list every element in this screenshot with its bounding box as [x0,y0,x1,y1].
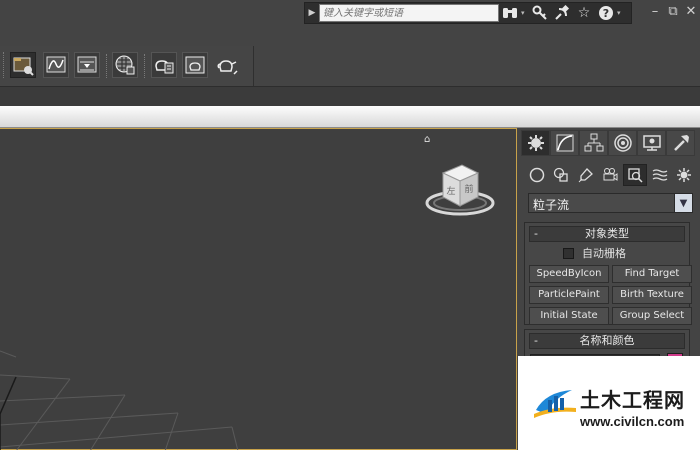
curve-editor-icon [46,56,66,73]
material-editor-icon [115,55,135,75]
main-toolbar [0,46,254,86]
watermark-url: www.civilcn.com [580,414,685,429]
tab-hierarchy[interactable] [579,130,608,156]
space-warps-button[interactable] [648,164,672,186]
dope-sheet-button[interactable] [74,52,100,78]
render-setup-button[interactable] [151,52,177,78]
tab-display[interactable] [637,130,666,156]
helpers-button[interactable] [623,164,647,186]
perspective-viewport[interactable]: ⌂ 左 前 [0,128,517,450]
name-color-title: 名称和颜色 [579,334,635,347]
lights-button[interactable] [574,164,598,186]
viewcube-left-face: 左 [446,185,455,197]
initial-state-button[interactable]: Initial State [529,307,609,325]
sphere-icon [529,167,545,183]
birth-texture-button[interactable]: Birth Texture [612,286,692,304]
find-target-button[interactable]: Find Target [612,265,692,283]
light-icon [578,168,593,183]
object-type-buttons: SpeedByIcon Find Target ParticlePaint Bi… [525,262,692,329]
motion-icon [613,134,632,152]
create-subcategories [525,164,697,186]
category-dropdown[interactable]: 粒子流 ▼ [528,193,693,213]
collapse-icon[interactable]: - [534,334,538,348]
home-icon[interactable]: ⌂ [424,135,436,145]
tab-modify[interactable] [550,130,579,156]
scene-explorer-button[interactable] [10,52,36,78]
chevron-down-icon[interactable]: ▼ [674,194,692,212]
svg-text:?: ? [603,7,609,20]
max-window: ▶ ▾ ☆ ? ▾ – ⧉ ✕ [0,0,700,450]
hierarchy-icon [584,133,603,152]
command-bar [0,87,700,106]
search-input[interactable] [319,4,499,22]
autogrid-checkbox[interactable] [563,247,574,259]
help-icon[interactable]: ? [595,3,617,23]
tab-create[interactable] [521,130,550,156]
command-panel-tabs [521,130,697,156]
close-button[interactable]: ✕ [684,5,698,19]
material-editor-button[interactable] [112,52,138,78]
expand-arrow-icon[interactable]: ▶ [305,3,319,23]
particle-paint-button[interactable]: ParticlePaint [529,286,609,304]
rendered-frame-icon [185,56,205,74]
toolbar-grip[interactable] [3,52,6,78]
viewcube[interactable]: 左 前 [420,151,500,221]
satellite-icon[interactable] [551,3,573,23]
viewcube-front-face: 前 [464,183,473,195]
speed-by-icon-button[interactable]: SpeedByIcon [529,265,609,283]
systems-button[interactable] [672,164,696,186]
star-icon[interactable]: ☆ [573,3,595,23]
watermark-logo [534,390,576,418]
modify-icon [556,134,573,152]
ribbon-strip [0,106,700,128]
helpers-icon [628,168,643,183]
scene-explorer-icon [13,57,34,76]
binoculars-icon[interactable] [499,3,521,23]
name-color-header[interactable]: - 名称和颜色 [529,333,685,349]
geometry-button[interactable] [525,164,549,186]
key-icon[interactable] [529,3,551,23]
systems-icon [677,168,692,182]
space-warp-icon [652,169,668,181]
tab-utilities[interactable] [666,130,695,156]
info-center: ▶ ▾ ☆ ? ▾ [304,2,632,24]
hammer-icon [673,135,689,151]
restore-button[interactable]: ⧉ [666,5,680,19]
minimize-button[interactable]: – [648,5,662,19]
collapse-icon[interactable]: - [534,227,538,241]
render-setup-icon [155,60,174,74]
shapes-icon [554,167,568,182]
shapes-button[interactable] [550,164,574,186]
display-icon [642,135,661,151]
info-center-bar: ▶ ▾ ☆ ? ▾ – ⧉ ✕ [0,0,700,28]
category-dropdown-value: 粒子流 [533,198,570,212]
dope-sheet-icon [77,56,97,73]
teapot-icon [217,60,238,75]
autogrid-label: 自动栅格 [582,247,626,260]
autogrid-row: 自动栅格 [525,244,689,262]
search-dropdown-icon[interactable]: ▾ [521,9,529,17]
curve-editor-button[interactable] [43,52,69,78]
create-icon [527,135,544,151]
object-type-title: 对象类型 [585,227,629,240]
object-type-header[interactable]: - 对象类型 [529,226,685,242]
watermark: 土木工程网 www.civilcn.com [518,356,700,450]
tab-motion[interactable] [608,130,637,156]
rendered-frame-window-button[interactable] [182,52,208,78]
help-dropdown-icon[interactable]: ▾ [617,9,625,17]
cameras-button[interactable] [599,164,623,186]
render-production-button[interactable] [214,52,240,78]
object-type-rollout: - 对象类型 自动栅格 SpeedByIcon Find Target Part… [524,222,692,325]
camera-icon [603,168,618,181]
watermark-title: 土木工程网 [580,388,685,412]
group-select-button[interactable]: Group Select [612,307,692,325]
